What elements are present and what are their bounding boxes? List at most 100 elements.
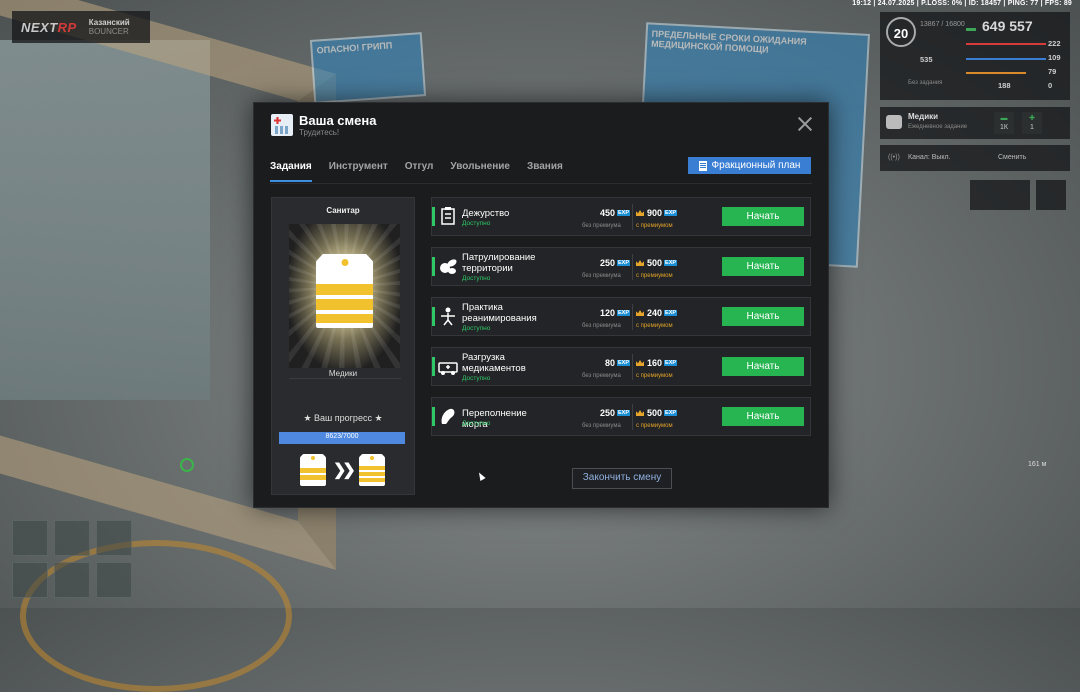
clipboard-icon [438,206,458,226]
money-icon: ▬ [966,23,976,34]
player-stats-panel: 20 13867 / 16800 ▬ 649 557 222 109 79 0 5… [880,12,1070,100]
rank-tag-icon [316,254,373,328]
morgue-icon [438,406,458,426]
task-status: Доступно [462,275,491,282]
ambulance-icon [886,115,902,129]
task-row: Практика реанимирования Доступно 120 EXP без… [431,297,811,336]
inventory-slot [96,520,132,556]
tab-dismissal[interactable]: Увольнение [450,161,510,182]
start-task-button[interactable]: Начать [722,307,804,326]
reward-premium-label: с премиумом [636,273,673,279]
reward-premium: 900 EXP [636,208,678,218]
crown-icon [636,410,644,416]
server-logo: NEXTRP Казанский BOUNCER [12,11,150,43]
faction-count-a: ▬ 1К [994,112,1014,134]
end-shift-button[interactable]: Закончить смену [572,468,672,489]
close-icon[interactable] [796,115,814,133]
crown-icon [636,360,644,366]
reward-basic: 120 EXP [599,308,630,318]
reward-premium: 240 EXP [636,308,678,318]
money-display: ▬ 649 557 [966,18,1033,34]
tab-ranks[interactable]: Звания [527,161,563,182]
level-badge: 20 [886,17,916,47]
task-name: Практика реанимирования [462,302,537,324]
exp-badge: EXP [664,310,678,316]
background-poster-flu: ОПАСНО! ГРИПП [309,32,427,104]
start-task-button[interactable]: Начать [722,207,804,226]
shift-modal: Ваша смена Трудитесь! Задания Инструмент… [253,102,829,508]
reward-premium-label: с премиумом [636,423,673,429]
exp-badge: EXP [664,260,678,266]
task-row: Патрулирование территории Доступно 250 EXP б… [431,247,811,286]
faction-count-b: ✚ 1 [1022,112,1042,134]
task-status-stripe [432,307,435,326]
reward-basic: 250 EXP [599,408,630,418]
start-task-button[interactable]: Начать [722,357,804,376]
rank-progress-bar: 8623/7000 [279,432,405,444]
rank-card: Санитар Медики ★ Ваш прогресс ★ 8623/700… [271,197,415,495]
reward-basic-label: без премиума [582,273,621,279]
radio-channel: Канал: Выкл. [908,154,951,161]
task-status: Доступно [462,325,491,332]
rank-name: Санитар [326,206,360,215]
reward-basic-label: без премиума [582,223,621,229]
reward-basic-label: без премиума [582,423,621,429]
current-rank-icon [300,454,326,486]
faction-name: Медики [908,112,939,121]
modal-subtitle: Трудитесь! [299,128,340,137]
notification-bell-icon[interactable] [1036,180,1066,210]
tab-tasks[interactable]: Задания [270,161,312,182]
reward-basic: 80 EXP [604,358,630,368]
rank-faction: Медики [328,369,358,378]
inventory-slot [12,562,48,598]
server-name: Казанский BOUNCER [88,18,130,36]
reward-premium-label: с премиумом [636,323,673,329]
crown-icon [636,260,644,266]
task-status-stripe [432,357,435,376]
exp-badge: EXP [616,360,630,366]
tab-day-off[interactable]: Отгул [405,161,434,182]
reward-basic: 250 EXP [599,258,630,268]
faction-panel: Медики Ежедневное задание ▬ 1К ✚ 1 [880,107,1070,139]
armor-bar [966,58,1046,60]
tab-tools[interactable]: Инструмент [329,161,388,182]
task-name: Дежурство [462,208,510,219]
heart-label: Без задания [908,80,943,86]
inventory-slot [54,520,90,556]
exp-badge: EXP [664,360,678,366]
start-task-button[interactable]: Начать [722,407,804,426]
faction-plan-button[interactable]: Фракционный план [688,157,811,174]
level-xp: 13867 / 16800 [920,21,965,28]
exp-badge: EXP [616,210,630,216]
reward-premium-label: с премиумом [636,373,673,379]
task-status: Доступно [462,375,491,382]
task-status: Доступно [462,420,491,427]
crown-icon [636,210,644,216]
status-topbar: 19:12 | 24.07.2025 | P.LOSS: 0% | ID: 18… [852,0,1072,7]
exp-badge: EXP [616,260,630,266]
map-marker-icon [180,458,194,472]
double-chevron-icon: ❯❯ [333,462,356,479]
stat-speed: 535 [920,55,933,64]
task-status: Доступно [462,220,491,227]
reward-basic: 450 EXP [599,208,630,218]
calendar-icon[interactable] [970,180,1000,210]
brand-logo: NEXTRP [21,19,77,35]
reward-premium-label: с премиумом [636,223,673,229]
inventory-slot [12,520,48,556]
ambulance-icon [438,356,458,376]
hunger-bar [966,72,1026,74]
stat-hunger: 79 [1048,67,1057,76]
reward-premium: 500 EXP [636,258,678,268]
keybind-icon[interactable] [1000,180,1030,210]
stat-armor: 109 [1048,53,1061,62]
modal-title: Ваша смена [299,113,377,128]
start-task-button[interactable]: Начать [722,257,804,276]
next-rank-icon [359,454,385,486]
crown-icon [636,310,644,316]
faction-status: Ежедневное задание [908,124,968,130]
reward-premium: 500 EXP [636,408,678,418]
rank-progress-text: 8623/7000 [325,433,359,440]
resuscitation-icon [438,306,458,326]
task-status-stripe [432,207,435,226]
